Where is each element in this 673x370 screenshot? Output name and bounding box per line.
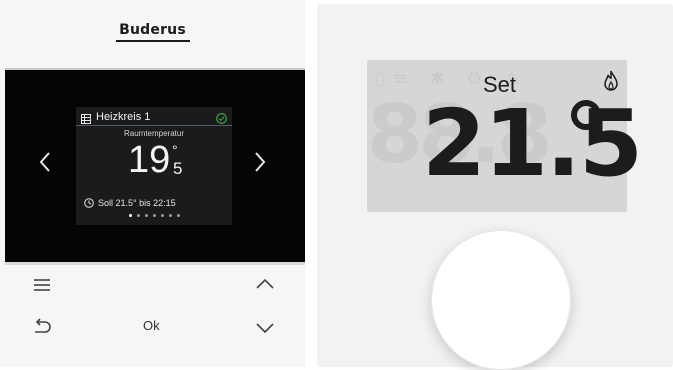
check-circle-icon bbox=[216, 111, 227, 124]
right-thermostat: ▯≡ ✱ ⚙ ⚠ 88.8 kWh Set 21.5 bbox=[317, 4, 673, 370]
schedule-text: Soll 21.5° bis 22:15 bbox=[98, 198, 176, 208]
schedule-row: Soll 21.5° bis 22:15 bbox=[84, 197, 228, 209]
brand-logo: Buderus bbox=[119, 22, 186, 38]
page-dot bbox=[152, 214, 156, 217]
flame-icon bbox=[603, 70, 619, 92]
circuit-title: Heizkreis 1 bbox=[96, 111, 151, 123]
page-dot bbox=[160, 214, 164, 217]
page-dot bbox=[168, 214, 172, 217]
left-thermostat: Buderus Heizkreis 1 Raumtemperatur 19 ° … bbox=[0, 0, 305, 367]
rotary-knob[interactable] bbox=[431, 230, 571, 370]
header-divider bbox=[76, 125, 232, 126]
page-dot bbox=[176, 214, 180, 217]
screen-header: Heizkreis 1 bbox=[81, 110, 227, 124]
degree-symbol: ° bbox=[172, 142, 178, 158]
panel-bottom-edge bbox=[5, 262, 305, 265]
brand-underline bbox=[116, 40, 190, 42]
thermostat-screen: Heizkreis 1 Raumtemperatur 19 ° 5 Soll 2… bbox=[76, 107, 232, 225]
chevron-down-icon[interactable] bbox=[255, 322, 275, 334]
setpoint-temperature: 21.5 bbox=[422, 90, 643, 197]
page-dot bbox=[136, 214, 140, 217]
chevron-right-icon[interactable] bbox=[253, 150, 267, 174]
grid-icon bbox=[81, 111, 91, 124]
lcd-degree-symbol bbox=[571, 100, 601, 130]
menu-icon[interactable] bbox=[33, 278, 51, 292]
ok-button[interactable]: Ok bbox=[143, 318, 160, 333]
chevron-left-icon[interactable] bbox=[38, 150, 52, 174]
page-dot bbox=[144, 214, 148, 217]
room-temperature-label: Raumtemperatur bbox=[123, 129, 185, 138]
clock-icon bbox=[84, 198, 94, 208]
temperature-decimal: 5 bbox=[173, 159, 183, 178]
back-icon[interactable] bbox=[32, 318, 52, 336]
page-indicator bbox=[76, 214, 232, 220]
chevron-up-icon[interactable] bbox=[255, 278, 275, 290]
temperature-whole: 19 bbox=[128, 139, 171, 181]
page-dot bbox=[128, 214, 132, 217]
lcd-display: ▯≡ ✱ ⚙ ⚠ 88.8 kWh Set 21.5 bbox=[367, 60, 643, 212]
